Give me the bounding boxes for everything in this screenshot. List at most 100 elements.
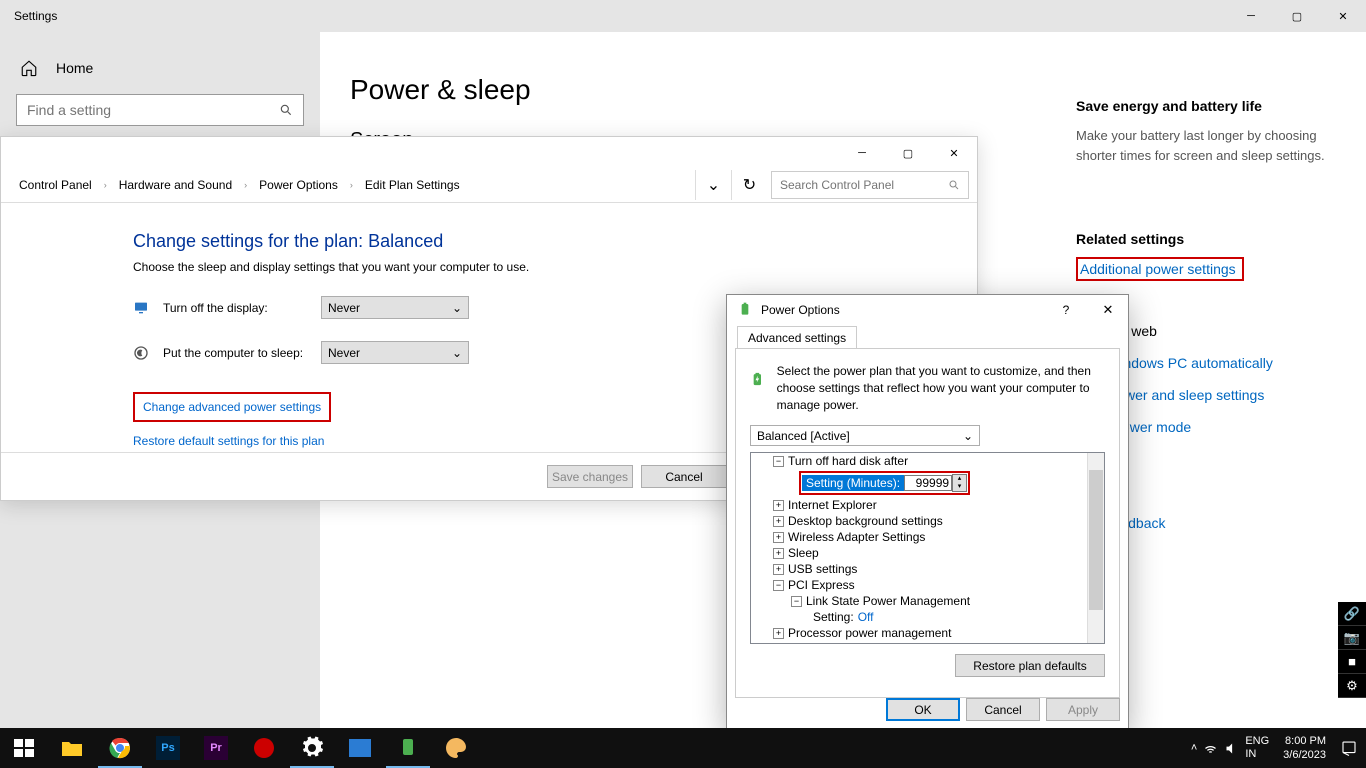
taskbar-settings[interactable] xyxy=(288,728,336,768)
dropdown-button[interactable]: ⌄ xyxy=(695,170,731,200)
help-button[interactable]: ? xyxy=(1052,303,1080,317)
start-button[interactable] xyxy=(0,728,48,768)
tree-usb[interactable]: +USB settings xyxy=(751,561,1104,577)
cp-search[interactable] xyxy=(771,171,969,199)
link-additional-power[interactable]: Additional power settings xyxy=(1080,261,1236,277)
apply-button: Apply xyxy=(1046,698,1120,721)
spinner[interactable]: ▴▾ xyxy=(952,474,967,492)
taskbar-explorer[interactable] xyxy=(48,728,96,768)
restore-defaults-button[interactable]: Restore plan defaults xyxy=(955,654,1105,677)
refresh-button[interactable]: ↻ xyxy=(731,170,767,200)
collapse-icon[interactable]: − xyxy=(773,456,784,467)
cancel-button[interactable]: Cancel xyxy=(641,465,727,488)
display-label: Turn off the display: xyxy=(163,301,307,315)
pci-value[interactable]: Off xyxy=(858,610,874,624)
taskbar-power[interactable] xyxy=(384,728,432,768)
tree-pci[interactable]: −PCI Express xyxy=(751,577,1104,593)
settings-search[interactable] xyxy=(16,94,304,126)
collapse-icon[interactable]: − xyxy=(773,580,784,591)
expand-icon[interactable]: + xyxy=(773,564,784,575)
collapse-icon[interactable]: − xyxy=(791,596,802,607)
tree-desktop[interactable]: +Desktop background settings xyxy=(751,513,1104,529)
breadcrumb: Control Panel› Hardware and Sound› Power… xyxy=(1,176,695,194)
page-title: Power & sleep xyxy=(350,74,1076,106)
plan-select[interactable]: Balanced [Active]⌄ xyxy=(750,425,980,446)
tip-text: Make your battery last longer by choosin… xyxy=(1076,126,1342,165)
po-close-button[interactable]: ✕ xyxy=(1088,302,1128,318)
lang-1[interactable]: ENG xyxy=(1245,735,1269,748)
tree-scrollbar[interactable] xyxy=(1087,453,1104,643)
crumb-0[interactable]: Control Panel xyxy=(15,176,96,194)
tray-chevron-icon[interactable]: ˄ xyxy=(1191,742,1197,754)
clock-time: 8:00 PM xyxy=(1283,734,1326,748)
battery-icon xyxy=(396,736,420,760)
widget-camera-icon[interactable]: 📷 xyxy=(1338,626,1366,650)
cp-nav: Control Panel› Hardware and Sound› Power… xyxy=(1,167,977,203)
hdd-minutes-input[interactable] xyxy=(904,475,952,491)
close-button[interactable]: ✕ xyxy=(1320,0,1366,32)
spinner-down[interactable]: ▾ xyxy=(953,483,966,491)
settings-title: Settings xyxy=(14,9,57,23)
scrollbar-thumb[interactable] xyxy=(1089,470,1103,610)
volume-icon[interactable] xyxy=(1224,741,1239,756)
taskbar-chrome[interactable] xyxy=(96,728,144,768)
widget-video-icon[interactable]: ■ xyxy=(1338,650,1366,674)
tree-wireless[interactable]: +Wireless Adapter Settings xyxy=(751,529,1104,545)
taskbar: Ps Pr ˄ ENG IN 8:00 PM 3/6/2023 xyxy=(0,728,1366,768)
side-widgets: 🔗 📷 ■ ⚙ xyxy=(1338,602,1366,698)
lang-2[interactable]: IN xyxy=(1245,748,1269,761)
minimize-button[interactable]: ─ xyxy=(1228,0,1274,32)
po-title: Power Options xyxy=(761,303,840,317)
tree-ie[interactable]: +Internet Explorer xyxy=(751,497,1104,513)
tree-pci-setting[interactable]: Setting: Off xyxy=(751,609,1104,625)
tree-proc[interactable]: +Processor power management xyxy=(751,625,1104,641)
link-advanced-power[interactable]: Change advanced power settings xyxy=(143,400,321,414)
taskbar-photoshop[interactable]: Ps xyxy=(144,728,192,768)
hdd-setting-label: Setting (Minutes): xyxy=(802,475,904,491)
expand-icon[interactable]: + xyxy=(773,516,784,527)
spinner-up[interactable]: ▴ xyxy=(953,475,966,483)
notification-icon[interactable] xyxy=(1340,739,1358,757)
power-options-dialog: Power Options ? ✕ Advanced settings Sele… xyxy=(726,294,1129,730)
po-body: Select the power plan that you want to c… xyxy=(735,348,1120,698)
tree-pci-link[interactable]: −Link State Power Management xyxy=(751,593,1104,609)
tree-hdd[interactable]: −Turn off hard disk after xyxy=(751,453,1104,469)
home-nav[interactable]: Home xyxy=(16,51,304,85)
expand-icon[interactable]: + xyxy=(773,548,784,559)
widget-link-icon[interactable]: 🔗 xyxy=(1338,602,1366,626)
related-heading: Related settings xyxy=(1076,231,1342,247)
crumb-1[interactable]: Hardware and Sound xyxy=(115,176,236,194)
po-cancel-button[interactable]: Cancel xyxy=(966,698,1040,721)
tab-advanced[interactable]: Advanced settings xyxy=(737,326,857,349)
settings-titlebar: Settings ─ ▢ ✕ xyxy=(0,0,1366,32)
home-icon xyxy=(20,59,38,77)
palette-icon xyxy=(444,736,468,760)
taskbar-premiere[interactable]: Pr xyxy=(192,728,240,768)
maximize-button[interactable]: ▢ xyxy=(1274,0,1320,32)
taskbar-clock[interactable]: 8:00 PM 3/6/2023 xyxy=(1275,734,1334,763)
expand-icon[interactable]: + xyxy=(773,628,784,639)
settings-search-input[interactable] xyxy=(27,102,279,118)
battery-icon xyxy=(750,363,765,395)
expand-icon[interactable]: + xyxy=(773,500,784,511)
display-select[interactable]: Never⌄ xyxy=(321,296,469,319)
cp-minimize-button[interactable]: ─ xyxy=(839,137,885,169)
folder-icon xyxy=(60,736,84,760)
widget-gear-icon[interactable]: ⚙ xyxy=(1338,674,1366,698)
taskbar-paint[interactable] xyxy=(432,728,480,768)
premiere-icon: Pr xyxy=(204,736,228,760)
taskbar-app1[interactable] xyxy=(336,728,384,768)
highlight-advanced: Change advanced power settings xyxy=(133,392,331,422)
sleep-select[interactable]: Never⌄ xyxy=(321,341,469,364)
cp-close-button[interactable]: ✕ xyxy=(931,137,977,169)
cp-search-input[interactable] xyxy=(780,178,948,192)
crumb-2[interactable]: Power Options xyxy=(255,176,342,194)
expand-icon[interactable]: + xyxy=(773,532,784,543)
highlight-hdd-setting: Setting (Minutes): ▴▾ xyxy=(799,471,970,495)
cp-maximize-button[interactable]: ▢ xyxy=(885,137,931,169)
ok-button[interactable]: OK xyxy=(886,698,960,721)
crumb-3[interactable]: Edit Plan Settings xyxy=(361,176,464,194)
tree-sleep[interactable]: +Sleep xyxy=(751,545,1104,561)
taskbar-record[interactable] xyxy=(240,728,288,768)
wifi-icon[interactable] xyxy=(1203,741,1218,756)
